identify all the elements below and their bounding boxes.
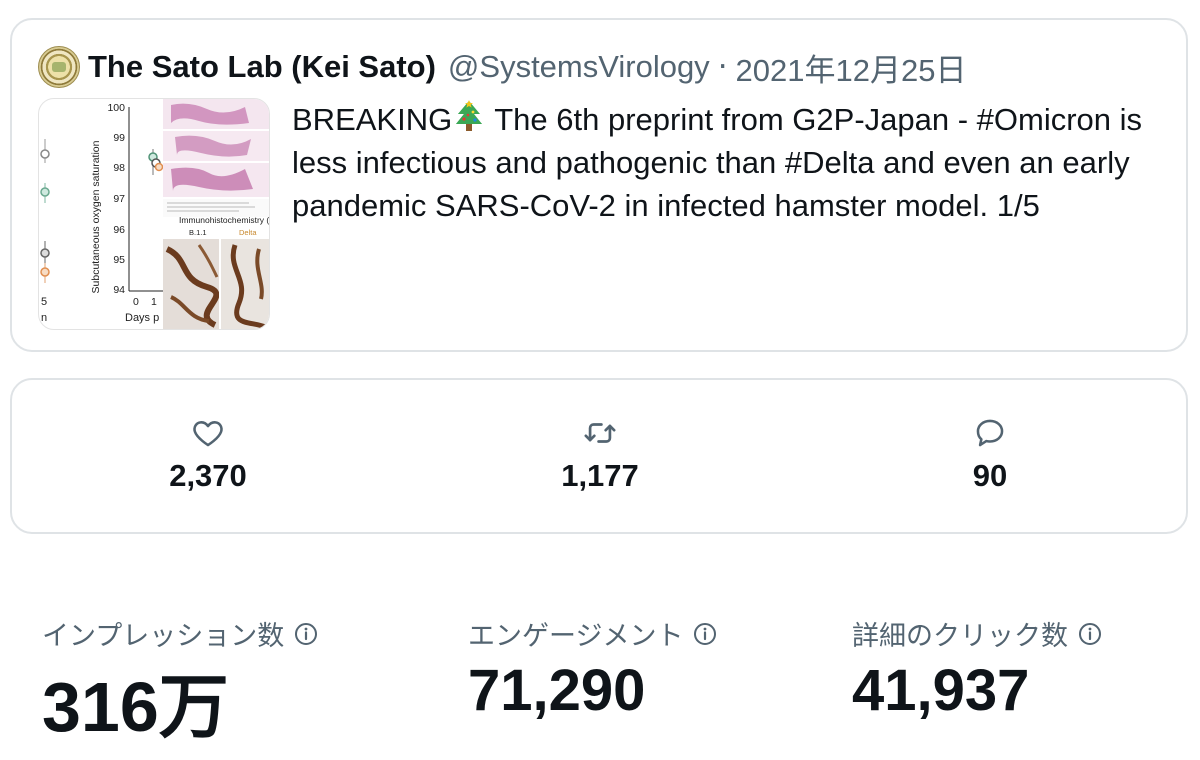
reply-bubble-icon xyxy=(976,419,1004,447)
thumb-xtick: 0 xyxy=(133,296,139,308)
retweet-count: 1,177 xyxy=(561,458,639,493)
reply-button[interactable]: 90 xyxy=(890,416,1090,494)
tweet-card[interactable]: The Sato Lab (Kei Sato) @SystemsVirology… xyxy=(10,18,1188,352)
thumb-caption: Immunohistochemistry (SARS xyxy=(179,215,269,225)
detail-clicks-stat: 詳細のクリック数 41,937 xyxy=(852,614,1102,724)
user-handle[interactable]: @SystemsVirology xyxy=(448,49,710,85)
tweet-header: The Sato Lab (Kei Sato) @SystemsVirology… xyxy=(38,44,1166,90)
left-edge-label-1: 5 xyxy=(41,296,47,308)
tweet-date[interactable]: 2021年12月25日 xyxy=(736,45,967,90)
christmas-tree-icon xyxy=(456,100,483,131)
info-icon[interactable] xyxy=(1078,622,1102,646)
engagement-bar: 2,370 1,177 90 xyxy=(10,378,1188,534)
thumb-ytick: 95 xyxy=(113,254,125,266)
thumb-xtick: 1 xyxy=(151,296,157,308)
thumb-ytick: 98 xyxy=(113,162,125,174)
left-edge-label-2: n xyxy=(41,312,47,324)
detail-clicks-label: 詳細のクリック数 xyxy=(852,621,1068,651)
thumb-panel-label-right: Delta xyxy=(239,228,257,237)
histology-brown-panels xyxy=(163,239,269,329)
separator-dot: · xyxy=(717,49,728,85)
retweet-icon xyxy=(584,423,616,443)
figure-thumbnail-image: 5 n Subcutaneous oxygen saturation 100 9… xyxy=(40,99,269,329)
tweet-media-thumbnail[interactable]: 5 n Subcutaneous oxygen saturation 100 9… xyxy=(38,98,270,330)
engagements-label: エンゲージメント xyxy=(468,621,684,651)
heart-icon xyxy=(193,421,223,447)
thumb-ytick: 97 xyxy=(113,193,125,205)
impressions-label: インプレッション数 xyxy=(42,621,285,651)
thumb-ytick: 100 xyxy=(107,102,125,114)
thumb-panel-label-left: B.1.1 xyxy=(189,228,207,237)
impressions-stat: インプレッション数 316万 xyxy=(42,614,318,752)
impressions-value: 316万 xyxy=(42,668,229,746)
thumb-ytick: 94 xyxy=(113,284,125,296)
info-icon[interactable] xyxy=(294,622,318,646)
like-button[interactable]: 2,370 xyxy=(108,416,308,494)
like-count: 2,370 xyxy=(169,458,247,493)
detail-clicks-value: 41,937 xyxy=(852,658,1030,723)
left-edge-markers xyxy=(40,139,50,283)
reply-count: 90 xyxy=(972,458,1008,493)
thumb-ytick: 99 xyxy=(113,132,125,144)
engagements-value: 71,290 xyxy=(468,658,646,723)
retweet-button[interactable]: 1,177 xyxy=(500,416,700,494)
histology-pink-panels xyxy=(163,99,269,217)
thumb-data-points xyxy=(148,149,164,175)
engagements-stat: エンゲージメント 71,290 xyxy=(468,614,717,724)
tweet-text: BREAKING The 6th preprint from G2P-Japan… xyxy=(292,98,1152,227)
thumb-ytick: 96 xyxy=(113,224,125,236)
tweet-text-prefix: BREAKING xyxy=(292,102,453,137)
thumb-ylabel: Subcutaneous oxygen saturation xyxy=(90,140,102,293)
info-icon[interactable] xyxy=(693,622,717,646)
avatar[interactable] xyxy=(38,46,80,88)
display-name[interactable]: The Sato Lab (Kei Sato) xyxy=(88,49,436,85)
thumb-xlabel: Days p xyxy=(125,312,159,324)
